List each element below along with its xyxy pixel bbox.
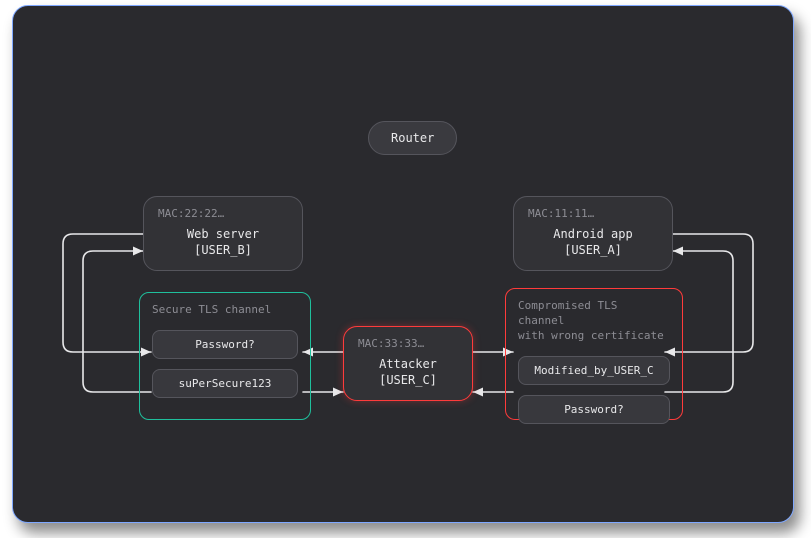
secure-channel: Secure TLS channel Password? suPerSecure… xyxy=(139,292,311,420)
connection-wires xyxy=(13,6,793,522)
msg-password-q-left: Password? xyxy=(152,330,298,359)
router-label: Router xyxy=(391,131,434,145)
android-app-title: Android app [USER_A] xyxy=(528,226,658,258)
attacker-mac: MAC:33:33… xyxy=(358,337,458,350)
compromised-channel-label: Compromised TLS channel with wrong certi… xyxy=(518,299,670,344)
web-server-node: MAC:22:22… Web server [USER_B] xyxy=(143,196,303,271)
android-app-mac: MAC:11:11… xyxy=(528,207,658,220)
attacker-node: MAC:33:33… Attacker [USER_C] xyxy=(343,326,473,401)
router-node: Router xyxy=(368,121,457,155)
secure-channel-label: Secure TLS channel xyxy=(152,303,298,318)
msg-modified: Modified_by_USER_C xyxy=(518,356,670,385)
compromised-channel: Compromised TLS channel with wrong certi… xyxy=(505,288,683,420)
android-app-node: MAC:11:11… Android app [USER_A] xyxy=(513,196,673,271)
attacker-title: Attacker [USER_C] xyxy=(358,356,458,388)
web-server-mac: MAC:22:22… xyxy=(158,207,288,220)
msg-supersecure: suPerSecure123 xyxy=(152,369,298,398)
msg-password-q-right: Password? xyxy=(518,395,670,424)
web-server-title: Web server [USER_B] xyxy=(158,226,288,258)
